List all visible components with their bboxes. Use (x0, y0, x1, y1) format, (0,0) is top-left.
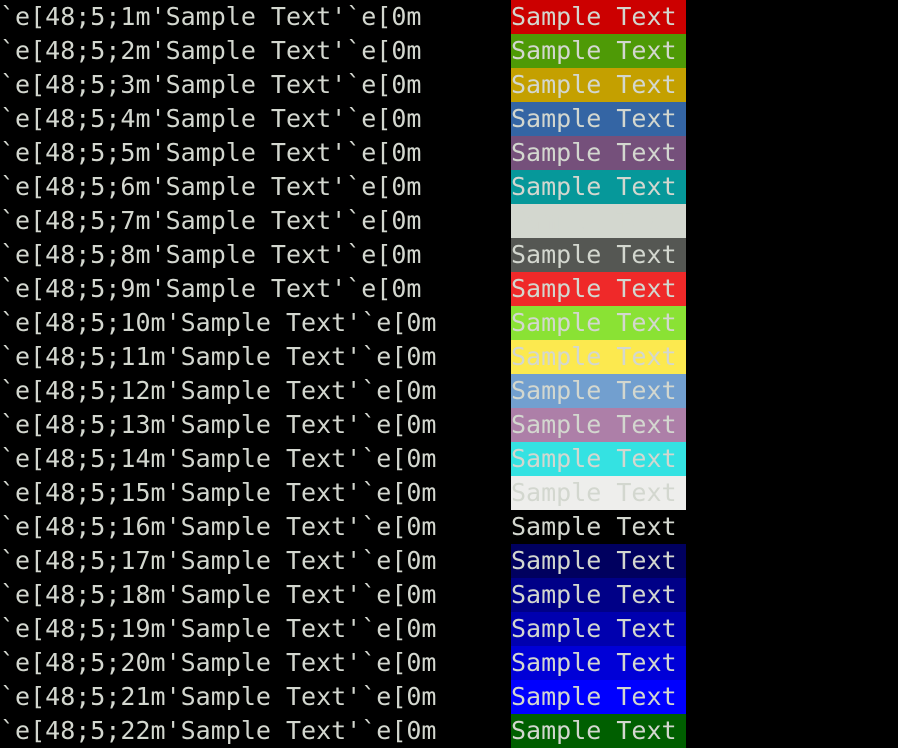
ansi-color-row: `e[48;5;20m'Sample Text'`e[0m Sample Text (0, 646, 898, 680)
ansi-color-row: `e[48;5;21m'Sample Text'`e[0m Sample Text (0, 680, 898, 714)
escape-code-label: `e[48;5;11m'Sample Text'`e[0m (0, 342, 437, 371)
swatch-sample-text: Sample Text (511, 138, 677, 167)
color-swatch: Sample Text (511, 102, 686, 136)
color-swatch: Sample Text (511, 544, 686, 578)
swatch-sample-text: Sample Text (511, 682, 677, 711)
escape-code-label: `e[48;5;9m'Sample Text'`e[0m (0, 274, 422, 303)
escape-code-label: `e[48;5;4m'Sample Text'`e[0m (0, 104, 422, 133)
escape-code-label: `e[48;5;5m'Sample Text'`e[0m (0, 138, 422, 167)
ansi-color-row: `e[48;5;2m'Sample Text'`e[0m Sample Text (0, 34, 898, 68)
color-swatch: Sample Text (511, 272, 686, 306)
swatch-sample-text: Sample Text (511, 512, 677, 541)
swatch-sample-text: Sample Text (511, 240, 677, 269)
swatch-sample-text: Sample Text (511, 478, 677, 507)
escape-code-label: `e[48;5;12m'Sample Text'`e[0m (0, 376, 437, 405)
color-swatch: Sample Text (511, 646, 686, 680)
ansi-color-row: `e[48;5;13m'Sample Text'`e[0m Sample Text (0, 408, 898, 442)
color-swatch: Sample Text (511, 408, 686, 442)
escape-code-label: `e[48;5;22m'Sample Text'`e[0m (0, 716, 437, 745)
color-swatch: Sample Text (511, 680, 686, 714)
escape-code-label: `e[48;5;13m'Sample Text'`e[0m (0, 410, 437, 439)
escape-code-label: `e[48;5;2m'Sample Text'`e[0m (0, 36, 422, 65)
swatch-sample-text: Sample Text (511, 104, 677, 133)
ansi-color-row: `e[48;5;15m'Sample Text'`e[0m Sample Text (0, 476, 898, 510)
escape-code-label: `e[48;5;15m'Sample Text'`e[0m (0, 478, 437, 507)
ansi-color-row: `e[48;5;6m'Sample Text'`e[0m Sample Text (0, 170, 898, 204)
color-swatch: Sample Text (511, 136, 686, 170)
ansi-color-row: `e[48;5;3m'Sample Text'`e[0m Sample Text (0, 68, 898, 102)
ansi-color-row: `e[48;5;16m'Sample Text'`e[0m Sample Text (0, 510, 898, 544)
color-swatch: Sample Text (511, 306, 686, 340)
swatch-sample-text: Sample Text (511, 172, 677, 201)
escape-code-label: `e[48;5;21m'Sample Text'`e[0m (0, 682, 437, 711)
escape-code-label: `e[48;5;7m'Sample Text'`e[0m (0, 206, 422, 235)
swatch-sample-text: Sample Text (511, 614, 677, 643)
color-swatch: Sample Text (511, 442, 686, 476)
ansi-color-row: `e[48;5;17m'Sample Text'`e[0m Sample Text (0, 544, 898, 578)
color-swatch: Sample Text (511, 714, 686, 748)
escape-code-label: `e[48;5;16m'Sample Text'`e[0m (0, 512, 437, 541)
color-swatch: Sample Text (511, 68, 686, 102)
color-swatch: Sample Text (511, 374, 686, 408)
escape-code-label: `e[48;5;17m'Sample Text'`e[0m (0, 546, 437, 575)
ansi-color-row: `e[48;5;9m'Sample Text'`e[0m Sample Text (0, 272, 898, 306)
swatch-sample-text: Sample Text (511, 444, 677, 473)
escape-code-label: `e[48;5;19m'Sample Text'`e[0m (0, 614, 437, 643)
ansi-color-row: `e[48;5;5m'Sample Text'`e[0m Sample Text (0, 136, 898, 170)
escape-code-label: `e[48;5;20m'Sample Text'`e[0m (0, 648, 437, 677)
color-swatch: Sample Text (511, 340, 686, 374)
terminal-window: `e[48;5;1m'Sample Text'`e[0m Sample Text `… (0, 0, 898, 748)
color-swatch: Sample Text (511, 578, 686, 612)
color-swatch: Sample Text (511, 170, 686, 204)
ansi-color-row: `e[48;5;11m'Sample Text'`e[0m Sample Text (0, 340, 898, 374)
ansi-color-row: `e[48;5;10m'Sample Text'`e[0m Sample Text (0, 306, 898, 340)
ansi-color-row: `e[48;5;4m'Sample Text'`e[0m Sample Text (0, 102, 898, 136)
swatch-sample-text: Sample Text (511, 410, 677, 439)
swatch-sample-text: Sample Text (511, 342, 677, 371)
swatch-sample-text: Sample Text (511, 376, 677, 405)
ansi-color-row: `e[48;5;22m'Sample Text'`e[0m Sample Text (0, 714, 898, 748)
escape-code-label: `e[48;5;8m'Sample Text'`e[0m (0, 240, 422, 269)
color-swatch: Sample Text (511, 34, 686, 68)
swatch-sample-text: Sample Text (511, 716, 677, 745)
color-swatch: Sample Text (511, 0, 686, 34)
ansi-color-row: `e[48;5;8m'Sample Text'`e[0m Sample Text (0, 238, 898, 272)
color-swatch: Sample Text (511, 510, 686, 544)
swatch-sample-text: Sample Text (511, 2, 677, 31)
swatch-sample-text: Sample Text (511, 70, 677, 99)
ansi-color-row: `e[48;5;18m'Sample Text'`e[0m Sample Text (0, 578, 898, 612)
swatch-sample-text: Sample Text (511, 308, 677, 337)
color-swatch: Sample Text (511, 238, 686, 272)
swatch-sample-text: Sample Text (511, 36, 677, 65)
ansi-color-row: `e[48;5;7m'Sample Text'`e[0m Sample Text (0, 204, 898, 238)
color-swatch: Sample Text (511, 204, 686, 238)
swatch-sample-text: Sample Text (511, 580, 677, 609)
ansi-color-row: `e[48;5;14m'Sample Text'`e[0m Sample Text (0, 442, 898, 476)
ansi-color-row: `e[48;5;19m'Sample Text'`e[0m Sample Text (0, 612, 898, 646)
swatch-sample-text: Sample Text (511, 648, 677, 677)
escape-code-label: `e[48;5;1m'Sample Text'`e[0m (0, 2, 422, 31)
swatch-sample-text: Sample Text (511, 546, 677, 575)
ansi-color-row: `e[48;5;1m'Sample Text'`e[0m Sample Text (0, 0, 898, 34)
escape-code-label: `e[48;5;14m'Sample Text'`e[0m (0, 444, 437, 473)
color-swatch: Sample Text (511, 612, 686, 646)
swatch-sample-text: Sample Text (511, 274, 677, 303)
color-swatch: Sample Text (511, 476, 686, 510)
escape-code-label: `e[48;5;18m'Sample Text'`e[0m (0, 580, 437, 609)
escape-code-label: `e[48;5;3m'Sample Text'`e[0m (0, 70, 422, 99)
escape-code-label: `e[48;5;6m'Sample Text'`e[0m (0, 172, 422, 201)
ansi-color-row: `e[48;5;12m'Sample Text'`e[0m Sample Text (0, 374, 898, 408)
escape-code-label: `e[48;5;10m'Sample Text'`e[0m (0, 308, 437, 337)
swatch-sample-text: Sample Text (511, 206, 677, 235)
